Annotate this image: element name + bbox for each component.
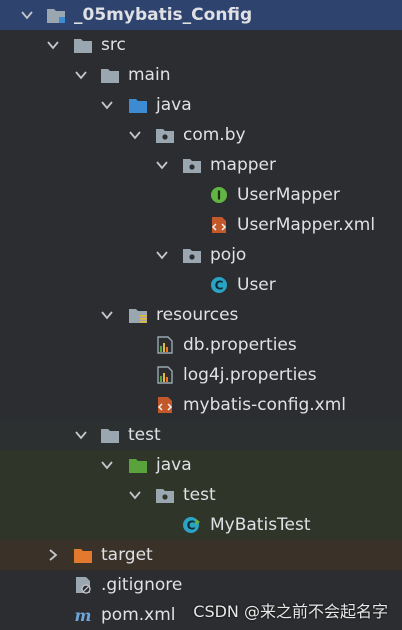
chevron-down-icon[interactable] (74, 68, 88, 82)
class-icon: C (211, 277, 227, 293)
user-label: User (237, 275, 276, 295)
tree-row-user-mapper-xml[interactable]: UserMapper.xml (0, 210, 402, 240)
chevron-down-icon[interactable] (74, 428, 88, 442)
test-class-icon: C (183, 517, 200, 533)
gitignore-label: .gitignore (101, 575, 183, 595)
test-source-folder-icon (129, 459, 147, 473)
tree-row-user[interactable]: C User (0, 270, 402, 300)
pom-xml-label: pom.xml (101, 605, 176, 625)
tree-row-test[interactable]: test (0, 420, 402, 450)
resources-folder-icon (129, 309, 147, 323)
mapper-label: mapper (210, 155, 277, 175)
csdn-watermark: CSDN @来之前不会起名字 (193, 602, 388, 621)
db-properties-label: db.properties (183, 335, 297, 355)
project-tree: _05mybatis_Config src main java com.by m… (0, 0, 402, 630)
ignore-file-icon (76, 577, 91, 594)
chevron-down-icon[interactable] (100, 98, 114, 112)
maven-file-icon: m (75, 606, 92, 624)
chevron-down-icon[interactable] (128, 128, 142, 142)
folder-icon (74, 39, 92, 53)
user-mapper-xml-label: UserMapper.xml (237, 215, 376, 235)
chevron-down-icon[interactable] (128, 488, 142, 502)
chevron-down-icon[interactable] (100, 458, 114, 472)
main-java-label: java (156, 95, 192, 115)
tree-row-db-properties[interactable]: db.properties (0, 330, 402, 360)
excluded-folder-icon (74, 549, 92, 563)
tree-row-mybatis-test[interactable]: C MyBatisTest (0, 510, 402, 540)
svg-text:C: C (187, 519, 196, 533)
user-mapper-label: UserMapper (237, 185, 340, 205)
tree-row-resources[interactable]: resources (0, 300, 402, 330)
package-icon (183, 159, 201, 173)
interface-icon: I (211, 187, 227, 203)
svg-text:m: m (75, 606, 92, 624)
mybatis-test-label: MyBatisTest (210, 515, 311, 535)
package-icon (156, 489, 174, 503)
test-java-label: java (156, 455, 192, 475)
tree-row-com-by[interactable]: com.by (0, 120, 402, 150)
com-by-label: com.by (183, 125, 246, 145)
tree-row-pojo[interactable]: pojo (0, 240, 402, 270)
tree-row-test-java[interactable]: java (0, 450, 402, 480)
source-folder-icon (129, 99, 147, 113)
tree-row-mybatis-config-xml[interactable]: mybatis-config.xml (0, 390, 402, 420)
chevron-right-icon[interactable] (46, 548, 60, 562)
chevron-down-icon[interactable] (155, 158, 169, 172)
tree-row-gitignore[interactable]: .gitignore (0, 570, 402, 600)
tree-row-main[interactable]: main (0, 60, 402, 90)
svg-text:C: C (215, 279, 224, 293)
chevron-down-icon[interactable] (46, 38, 60, 52)
package-icon (183, 249, 201, 263)
tree-row-log4j-properties[interactable]: log4j.properties (0, 360, 402, 390)
tree-row-target[interactable]: target (0, 540, 402, 570)
tree-row-root[interactable]: _05mybatis_Config (0, 0, 402, 30)
chevron-down-icon[interactable] (100, 308, 114, 322)
chevron-down-icon[interactable] (20, 8, 34, 22)
target-label: target (101, 545, 153, 565)
mybatis-config-xml-label: mybatis-config.xml (183, 395, 346, 415)
properties-file-icon (157, 366, 173, 384)
root-label: _05mybatis_Config (74, 5, 253, 25)
folder-icon (101, 69, 119, 83)
properties-file-icon (157, 336, 173, 354)
tree-row-main-java[interactable]: java (0, 90, 402, 120)
xml-file-icon (157, 397, 173, 413)
xml-file-icon (211, 217, 227, 233)
test-label: test (128, 425, 161, 445)
package-icon (156, 129, 174, 143)
log4j-properties-label: log4j.properties (183, 365, 317, 385)
main-label: main (128, 65, 171, 85)
tree-row-mapper[interactable]: mapper (0, 150, 402, 180)
tree-row-src[interactable]: src (0, 30, 402, 60)
src-label: src (101, 35, 126, 55)
pojo-label: pojo (210, 245, 247, 265)
tree-row-test-package[interactable]: test (0, 480, 402, 510)
chevron-down-icon[interactable] (155, 248, 169, 262)
test-package-label: test (183, 485, 216, 505)
svg-text:I: I (217, 189, 221, 203)
resources-label: resources (156, 305, 239, 325)
folder-icon (101, 429, 119, 443)
tree-row-user-mapper[interactable]: I UserMapper (0, 180, 402, 210)
module-folder-icon (47, 9, 65, 23)
